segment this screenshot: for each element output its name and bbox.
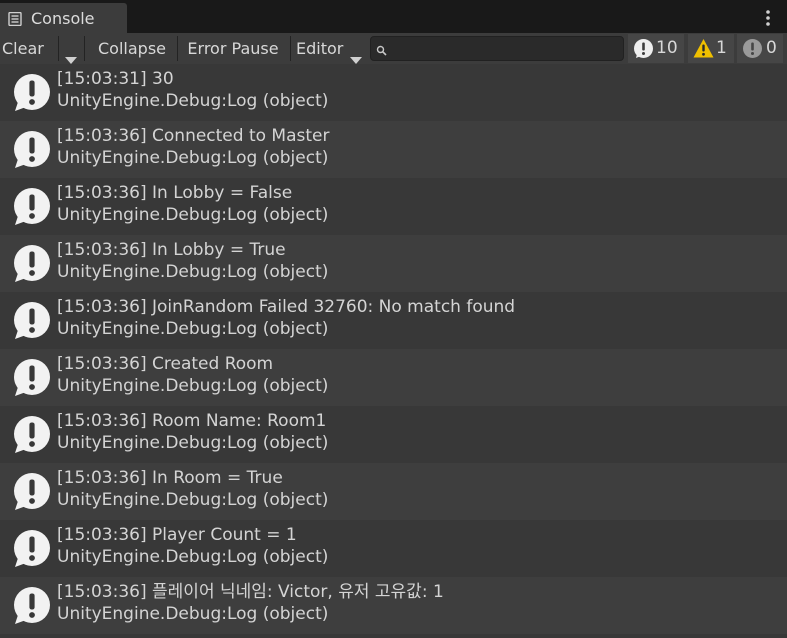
- info-log-icon: [11, 472, 51, 512]
- log-message: [15:03:36] JoinRandom Failed 32760: No m…: [57, 297, 516, 317]
- log-entry[interactable]: [15:03:36] In Lobby = False UnityEngine.D…: [0, 178, 787, 235]
- log-message: [15:03:36] Created Room: [57, 354, 274, 374]
- tab-console[interactable]: Console: [0, 3, 127, 33]
- editor-dropdown-label: Editor: [296, 39, 344, 58]
- info-log-icon: [11, 415, 51, 455]
- log-entry[interactable]: [15:03:36] Room Name: Room1 UnityEngine.D…: [0, 406, 787, 463]
- log-count: 10: [656, 38, 678, 58]
- log-message: [15:03:36] In Lobby = True: [57, 240, 286, 260]
- log-list: [15:03:31] 30 UnityEngine.Debug:Log (obje…: [0, 64, 787, 638]
- console-toolbar: Clear Collapse Error Pause Editor 10 1 0: [0, 33, 787, 65]
- kebab-menu-icon[interactable]: [765, 9, 771, 27]
- log-message: [15:03:36] In Lobby = False: [57, 183, 293, 203]
- log-stacktrace: UnityEngine.Debug:Log (object): [57, 148, 329, 168]
- info-log-icon: [11, 586, 51, 626]
- info-log-icon: [11, 301, 51, 341]
- log-entry[interactable]: [15:03:36] 플레이어 닉네임: Victor, 유저 고유값: 1 Un…: [0, 577, 787, 634]
- clear-options-dropdown[interactable]: [59, 34, 83, 64]
- log-entry[interactable]: [15:03:36] In Room = True UnityEngine.Deb…: [0, 463, 787, 520]
- info-icon: [634, 39, 653, 58]
- log-stacktrace: UnityEngine.Debug:Log (object): [57, 319, 329, 339]
- info-log-icon: [11, 187, 51, 227]
- info-log-icon: [11, 73, 51, 113]
- info-log-icon: [11, 358, 51, 398]
- log-entry[interactable]: [15:03:36] JoinRandom Failed 32760: No m…: [0, 292, 787, 349]
- log-message: [15:03:36] Room Name: Room1: [57, 411, 327, 431]
- log-stacktrace: UnityEngine.Debug:Log (object): [57, 91, 329, 111]
- log-stacktrace: UnityEngine.Debug:Log (object): [57, 604, 329, 624]
- console-list-icon: [8, 11, 22, 27]
- log-entry[interactable]: [15:03:36] Player Count = 1 UnityEngine.D…: [0, 520, 787, 577]
- toolbar-divider: [84, 36, 85, 61]
- error-pause-button[interactable]: Error Pause: [178, 34, 288, 63]
- log-entry[interactable]: [15:03:36] Connected to Master UnityEngin…: [0, 121, 787, 178]
- warning-icon: [693, 39, 714, 58]
- collapse-button[interactable]: Collapse: [88, 34, 176, 63]
- editor-target-dropdown[interactable]: Editor: [292, 34, 366, 64]
- log-message: [15:03:31] 30: [57, 69, 174, 89]
- log-message: [15:03:36] Player Count = 1: [57, 525, 297, 545]
- log-stacktrace: UnityEngine.Debug:Log (object): [57, 433, 329, 453]
- log-stacktrace: UnityEngine.Debug:Log (object): [57, 262, 329, 282]
- tab-bar: Console: [0, 0, 787, 33]
- log-stacktrace: UnityEngine.Debug:Log (object): [57, 490, 329, 510]
- error-icon: [743, 39, 762, 58]
- log-entry[interactable]: [15:03:31] 30 UnityEngine.Debug:Log (obje…: [0, 64, 787, 121]
- log-stacktrace: UnityEngine.Debug:Log (object): [57, 547, 329, 567]
- error-count: 0: [766, 38, 777, 58]
- log-message: [15:03:36] Connected to Master: [57, 126, 330, 146]
- search-icon: [376, 42, 388, 61]
- search-field[interactable]: [370, 36, 624, 61]
- warning-count-toggle[interactable]: 1: [688, 34, 734, 63]
- search-input[interactable]: [391, 39, 617, 57]
- info-log-icon: [11, 130, 51, 170]
- log-stacktrace: UnityEngine.Debug:Log (object): [57, 205, 329, 225]
- error-count-toggle[interactable]: 0: [737, 34, 783, 63]
- log-entry[interactable]: [15:03:36] Created Room UnityEngine.Debug…: [0, 349, 787, 406]
- clear-button[interactable]: Clear: [2, 34, 58, 63]
- info-log-icon: [11, 529, 51, 569]
- info-log-icon: [11, 244, 51, 284]
- toolbar-divider: [290, 36, 291, 61]
- log-entry[interactable]: [15:03:36] In Lobby = True UnityEngine.De…: [0, 235, 787, 292]
- log-count-toggle[interactable]: 10: [628, 34, 684, 63]
- console-window: Console Clear Collapse Error Pause Edito…: [0, 0, 787, 638]
- log-stacktrace: UnityEngine.Debug:Log (object): [57, 376, 329, 396]
- log-message: [15:03:36] In Room = True: [57, 468, 283, 488]
- log-message: [15:03:36] 플레이어 닉네임: Victor, 유저 고유값: 1: [57, 582, 444, 602]
- warning-count: 1: [716, 38, 727, 58]
- tab-title: Console: [31, 9, 95, 28]
